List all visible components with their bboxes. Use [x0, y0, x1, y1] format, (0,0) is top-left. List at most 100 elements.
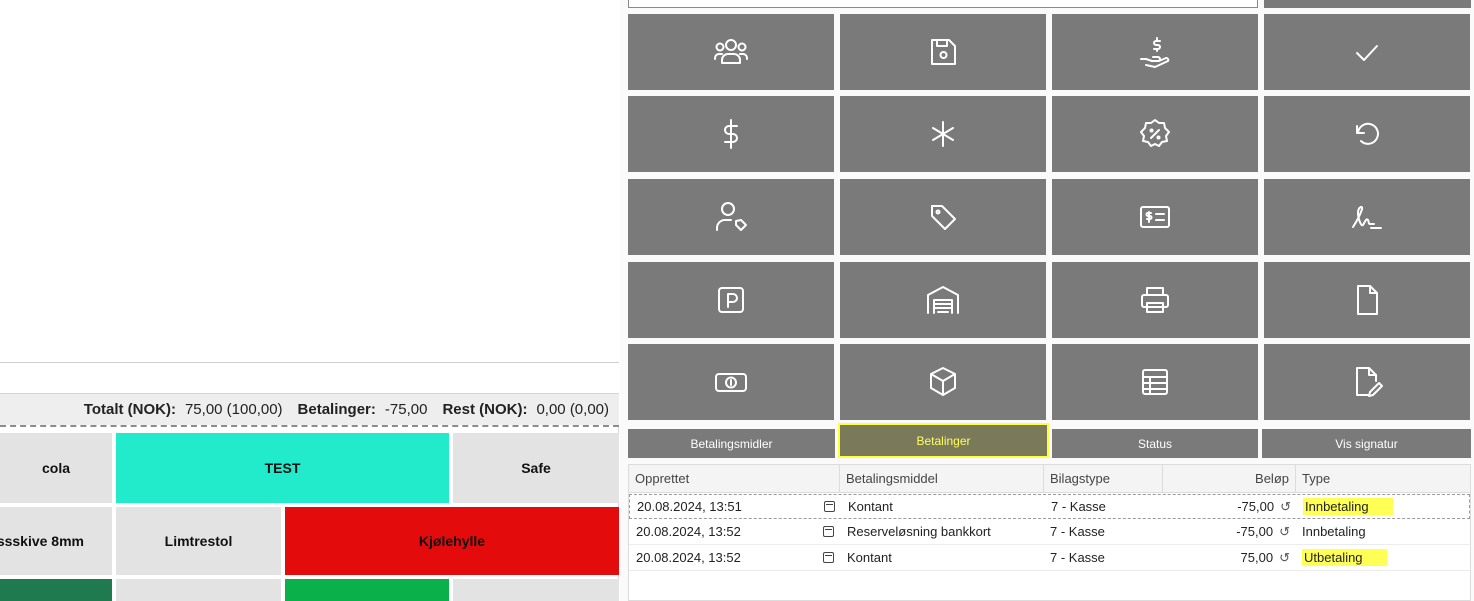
- edit-document-icon: [1356, 367, 1383, 397]
- dollar-button[interactable]: [628, 96, 834, 172]
- cell-amount-text: -75,00: [1237, 499, 1275, 514]
- cell-type: Innbetaling: [1297, 495, 1471, 519]
- column-header-amount[interactable]: Beløp: [1163, 465, 1296, 493]
- rest-value: 0,00 (0,00): [536, 401, 609, 418]
- confirm-button[interactable]: [1264, 14, 1470, 90]
- totals-bar: Totalt (NOK): 75,00 (100,00) Betalinger:…: [0, 393, 619, 425]
- calendar-icon: [823, 526, 834, 537]
- calendar-icon: [824, 501, 835, 512]
- garage-button[interactable]: [840, 262, 1046, 338]
- box-button[interactable]: [840, 344, 1046, 420]
- product-label: TEST: [264, 460, 301, 476]
- id-card-button[interactable]: [1052, 179, 1258, 255]
- payments-value: -75,00: [384, 401, 428, 418]
- column-header-created[interactable]: Opprettet: [629, 465, 840, 493]
- cell-voucher: 7 - Kasse: [1050, 524, 1105, 539]
- cell-method: Kontant: [847, 550, 892, 565]
- table-header: Opprettet Betalingsmiddel Bilagstype Bel…: [629, 465, 1470, 493]
- table-row[interactable]: 20.08.2024, 13:51 Kontant 7 - Kasse -75,…: [629, 494, 1470, 519]
- rest-label: Rest (NOK):: [442, 401, 528, 418]
- search-input[interactable]: [628, 0, 1258, 8]
- tab-label: Status: [1137, 436, 1173, 451]
- cell-amount: 75,00 ↺: [1163, 546, 1296, 570]
- cell-voucher: 7 - Kasse: [1050, 550, 1105, 565]
- product-label: cola: [41, 460, 70, 476]
- product-button-kjolehylle[interactable]: Kjølehylle: [285, 507, 619, 575]
- payment-button[interactable]: [1052, 14, 1258, 90]
- product-button[interactable]: [285, 579, 449, 601]
- tab-payment-methods[interactable]: Betalingsmidler: [628, 429, 835, 458]
- search-button[interactable]: [1264, 0, 1471, 8]
- undo-icon[interactable]: ↺: [1279, 546, 1290, 570]
- cell-type: Utbetaling: [1296, 546, 1470, 570]
- asterisk-button[interactable]: [840, 96, 1046, 172]
- table-row[interactable]: 20.08.2024, 13:52 Kontant 7 - Kasse 75,0…: [629, 546, 1470, 571]
- table-button[interactable]: [1052, 344, 1258, 420]
- undo-button[interactable]: [1264, 96, 1470, 172]
- product-button-cola[interactable]: cola: [0, 433, 112, 503]
- dollar-icon: [724, 119, 738, 149]
- user-tag-icon: [716, 202, 747, 231]
- discount-button[interactable]: [1052, 96, 1258, 172]
- customer-discount-button[interactable]: [628, 179, 834, 255]
- signature-button[interactable]: [1264, 179, 1470, 255]
- document-button[interactable]: [1264, 262, 1470, 338]
- product-button-safe[interactable]: Safe: [453, 433, 619, 503]
- payments-label: Betalinger:: [297, 401, 376, 418]
- cell-created-text: 20.08.2024, 13:52: [636, 524, 741, 539]
- undo-icon[interactable]: ↺: [1279, 520, 1290, 544]
- divider: [0, 425, 619, 427]
- product-button-test[interactable]: TEST: [116, 433, 449, 503]
- product-button[interactable]: [0, 579, 112, 601]
- product-label: ssskive 8mm: [0, 533, 84, 549]
- print-button[interactable]: [1052, 262, 1258, 338]
- payments-table: Opprettet Betalingsmiddel Bilagstype Bel…: [628, 464, 1471, 601]
- save-button[interactable]: [840, 14, 1046, 90]
- column-header-method[interactable]: Betalingsmiddel: [840, 465, 1044, 493]
- cell-type-text: Innbetaling: [1302, 524, 1366, 539]
- box-icon: [930, 367, 956, 396]
- tab-show-signature[interactable]: Vis signatur: [1262, 429, 1471, 458]
- product-label: Kjølehylle: [418, 533, 486, 549]
- customers-button[interactable]: [628, 14, 834, 90]
- column-header-voucher[interactable]: Bilagstype: [1044, 465, 1163, 493]
- cell-created: 20.08.2024, 13:52: [630, 520, 840, 544]
- tag-button[interactable]: [840, 179, 1046, 255]
- cell-created: 20.08.2024, 13:52: [630, 546, 840, 570]
- undo-icon[interactable]: ↺: [1280, 495, 1291, 519]
- cell-method: Reserveløsning bankkort: [847, 524, 991, 539]
- tag-icon: [931, 205, 956, 230]
- column-header-type[interactable]: Type: [1296, 465, 1470, 493]
- cell-voucher: 7 - Kasse: [1051, 499, 1106, 514]
- product-label: Limtrestol: [164, 533, 233, 549]
- cash-button[interactable]: [628, 344, 834, 420]
- cell-type-text: Innbetaling: [1303, 498, 1393, 515]
- cell-created-text: 20.08.2024, 13:51: [637, 499, 742, 514]
- calendar-icon: [823, 552, 834, 563]
- tab-payments[interactable]: Betalinger: [838, 423, 1049, 458]
- cell-created: 20.08.2024, 13:51: [631, 495, 841, 519]
- undo-icon: [1356, 122, 1379, 145]
- check-icon: [1356, 45, 1378, 61]
- tab-status[interactable]: Status: [1052, 429, 1258, 458]
- product-button-limtrestol[interactable]: Limtrestol: [116, 507, 281, 575]
- cell-method: Kontant: [848, 499, 893, 514]
- asterisk-icon: [932, 121, 954, 147]
- cell-amount-text: -75,00: [1236, 524, 1274, 539]
- edit-document-button[interactable]: [1264, 344, 1470, 420]
- product-button[interactable]: [116, 579, 281, 601]
- tab-label: Vis signatur: [1335, 436, 1398, 451]
- product-label: Safe: [521, 460, 551, 476]
- total-label: Totalt (NOK):: [83, 401, 176, 418]
- product-button-glass[interactable]: ssskive 8mm: [0, 507, 112, 575]
- order-lines-area: [0, 0, 619, 363]
- product-button[interactable]: [453, 579, 619, 601]
- id-card-icon: [1140, 206, 1170, 228]
- payment-hand-icon: [1140, 37, 1170, 68]
- cell-type: Innbetaling: [1296, 520, 1470, 544]
- table-row[interactable]: 20.08.2024, 13:52 Reserveløsning bankkor…: [629, 520, 1470, 545]
- parking-button[interactable]: [628, 262, 834, 338]
- garage-icon: [927, 286, 959, 314]
- signature-icon: [1352, 205, 1382, 229]
- tab-label: Betalingsmidler: [690, 436, 773, 451]
